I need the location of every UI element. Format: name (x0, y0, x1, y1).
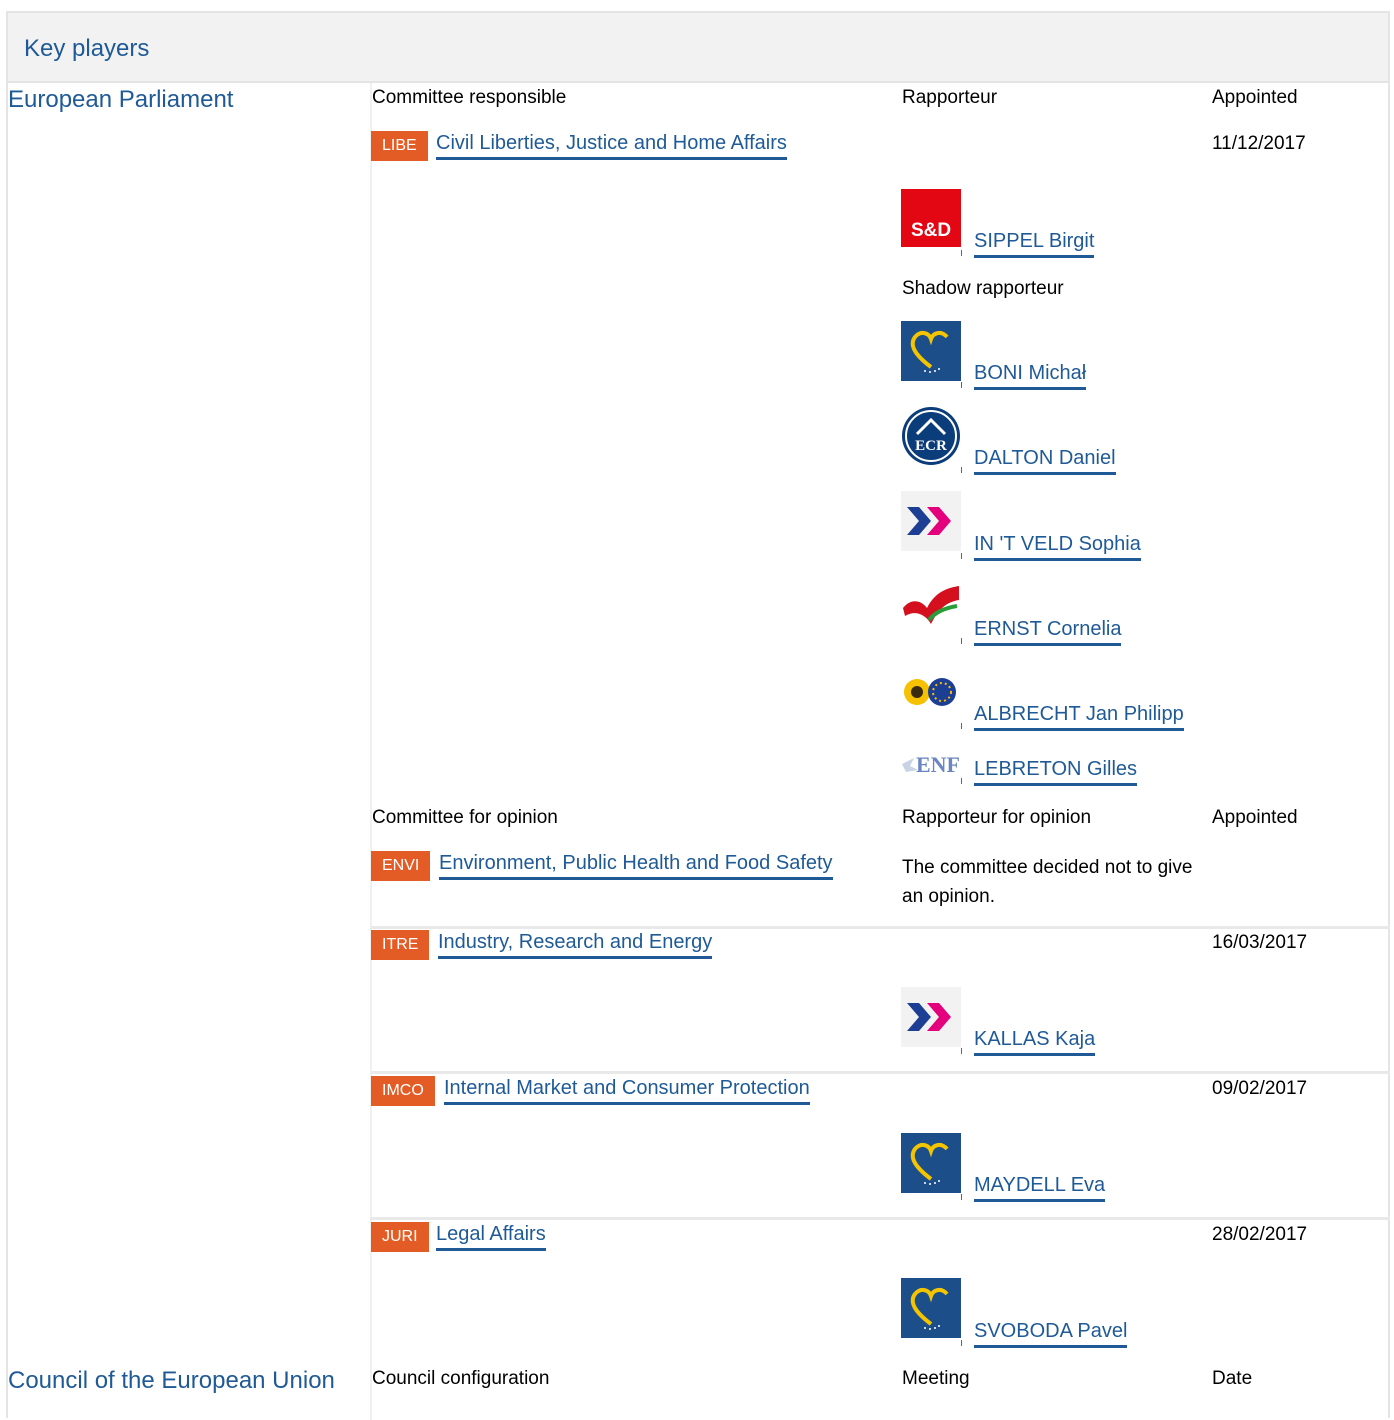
no-opinion-note: The committee decided not to give an opi… (902, 857, 1193, 907)
shadow-link-dalton[interactable]: DALTON Daniel (974, 446, 1116, 475)
col-rapporteur: Rapporteur (902, 87, 998, 108)
svg-text:ECR: ECR (915, 438, 947, 454)
shadow-link-albrecht[interactable]: ALBRECHT Jan Philipp (974, 702, 1184, 731)
committee-badge-imco: IMCO (371, 1076, 435, 1106)
epp-heart-logo (901, 1278, 961, 1338)
alde-arrows-logo (901, 987, 961, 1047)
rapporteur-link-kallas[interactable]: KALLAS Kaja (974, 1027, 1096, 1056)
rapporteur-link-maydell[interactable]: MAYDELL Eva (974, 1173, 1106, 1202)
alde-arrows-logo (901, 491, 961, 551)
appointed-date-itre: 16/03/2017 (1212, 932, 1308, 953)
committee-link-juri[interactable]: Legal Affairs (436, 1222, 546, 1251)
shadow-link-lebreton[interactable]: LEBRETON Gilles (974, 757, 1138, 786)
shadow-link-ernst[interactable]: ERNST Cornelia (974, 617, 1122, 646)
col-council-configuration: Council configuration (372, 1368, 550, 1389)
greens-efa-logo (900, 674, 962, 712)
gue-flag-logo (901, 578, 961, 638)
col-committee-responsible: Committee responsible (372, 87, 567, 108)
sd-group-logo: S&D (901, 189, 961, 247)
committee-link-imco[interactable]: Internal Market and Consumer Protection (444, 1076, 810, 1105)
col-meeting: Meeting (902, 1368, 970, 1389)
committee-badge-juri: JURI (371, 1222, 429, 1252)
col-appointed-opinion: Appointed (1212, 807, 1298, 828)
appointed-date-libe: 11/12/2017 (1212, 133, 1306, 154)
rapporteur-link-svoboda[interactable]: SVOBODA Pavel (974, 1319, 1128, 1348)
svg-text:S&D: S&D (911, 220, 951, 241)
committee-badge-itre: ITRE (371, 930, 430, 960)
epp-heart-logo (901, 321, 961, 381)
col-rapporteur-opinion: Rapporteur for opinion (902, 807, 1092, 828)
committee-badge-libe: LIBE (371, 131, 428, 161)
committee-link-itre[interactable]: Industry, Research and Energy (438, 930, 713, 959)
shadow-link-boni[interactable]: BONI Michał (974, 361, 1087, 390)
committee-link-libe[interactable]: Civil Liberties, Justice and Home Affair… (436, 131, 787, 160)
col-date: Date (1212, 1368, 1253, 1389)
committee-badge-envi: ENVI (371, 851, 431, 881)
panel-header: Key players (8, 13, 1388, 83)
epp-heart-logo (901, 1133, 961, 1193)
svg-text:ENF: ENF (916, 752, 960, 777)
ecr-logo: ECR (901, 406, 961, 466)
rapporteur-link-sippel[interactable]: SIPPEL Birgit (974, 229, 1095, 258)
committee-link-envi[interactable]: Environment, Public Health and Food Safe… (439, 851, 833, 880)
enf-logo: ENF (900, 750, 962, 780)
col-appointed: Appointed (1212, 87, 1298, 108)
appointed-date-imco: 09/02/2017 (1212, 1078, 1308, 1099)
shadow-rapporteur-label: Shadow rapporteur (902, 278, 1064, 299)
panel-title: Key players (24, 35, 150, 62)
shadow-link-in-t-veld[interactable]: IN 'T VELD Sophia (974, 532, 1141, 561)
section-european-parliament: European Parliament (8, 86, 234, 113)
section-council: Council of the European Union (8, 1367, 335, 1394)
col-committee-opinion: Committee for opinion (372, 807, 558, 828)
appointed-date-juri: 28/02/2017 (1212, 1224, 1308, 1245)
